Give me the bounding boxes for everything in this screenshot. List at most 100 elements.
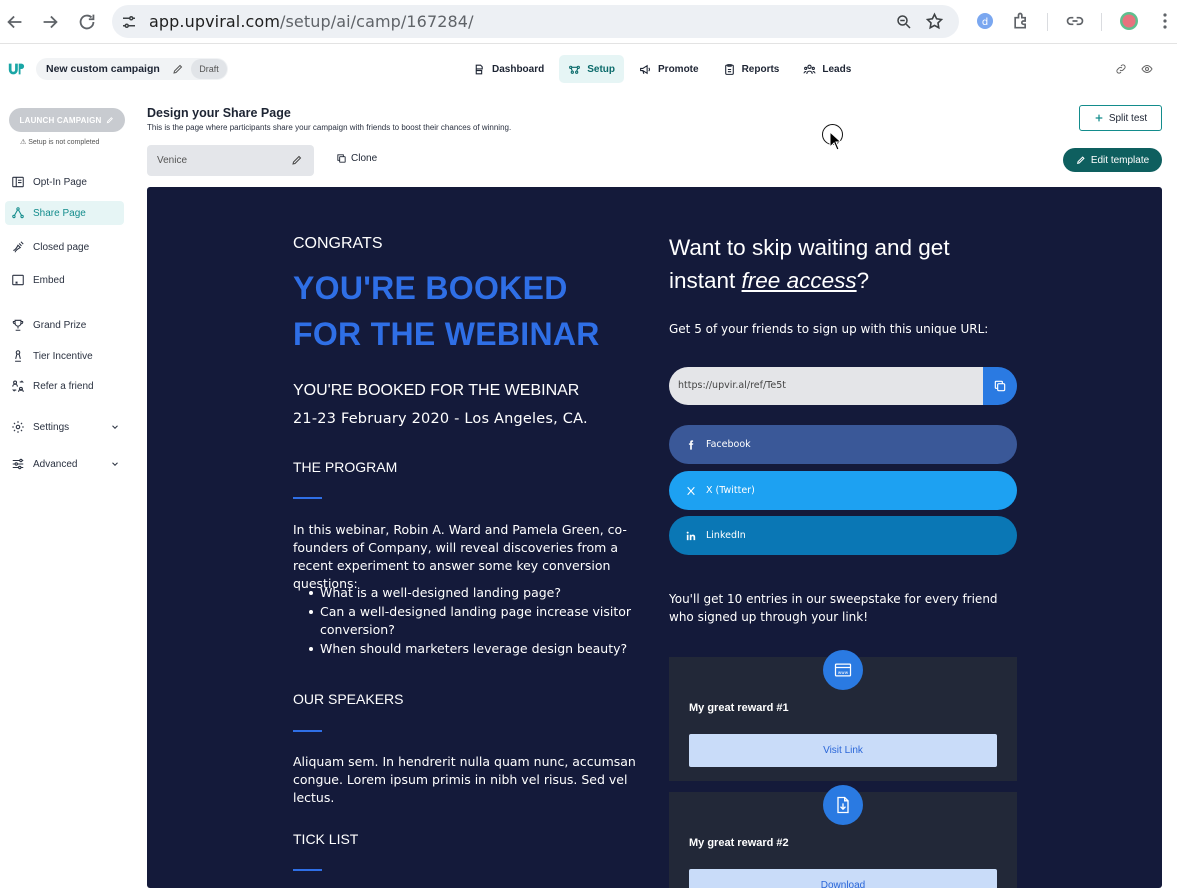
nav-label: Leads: [822, 63, 852, 75]
campaign-name-pill[interactable]: New custom campaign Draft: [36, 58, 228, 80]
split-test-button[interactable]: Split test: [1079, 105, 1162, 131]
settings-icon: [12, 421, 24, 433]
variant-tab-venice[interactable]: Venice: [147, 145, 314, 176]
launch-campaign-button[interactable]: LAUNCH CAMPAIGN: [9, 108, 125, 132]
sidebar-item-tier-incentive[interactable]: Tier Incentive: [5, 344, 124, 368]
nav-label: Reports: [741, 63, 780, 75]
clipboard-icon: [724, 63, 734, 75]
page-title: Design your Share Page: [147, 106, 291, 120]
megaphone-icon: [640, 64, 651, 74]
users-icon: [803, 64, 816, 74]
program-text: In this webinar, Robin A. Ward and Pamel…: [293, 522, 627, 591]
url-text: app.upviral.com/setup/ai/camp/167284/: [149, 12, 474, 31]
entries-text: You'll get 10 entries in our sweepstake …: [669, 592, 998, 624]
sidebar-item-label: Closed page: [33, 241, 90, 253]
chevron-down-icon: [112, 462, 118, 466]
browser-menu-icon[interactable]: [1155, 11, 1175, 31]
nav-label: Promote: [658, 63, 699, 75]
referral-url-input[interactable]: https://upvir.al/ref/Te5t: [669, 367, 985, 405]
zoom-icon[interactable]: [895, 13, 913, 31]
sidebar-item-closed-page[interactable]: Closed page: [5, 235, 124, 259]
section-divider: [293, 869, 322, 871]
section-divider: [293, 497, 322, 499]
app-header: New custom campaign Draft Dashboard Setu…: [0, 45, 1177, 93]
x-twitter-icon: [687, 486, 695, 495]
extension-blue-icon[interactable]: d: [975, 11, 995, 31]
sidebar-item-grand-prize[interactable]: Grand Prize: [5, 313, 124, 337]
mouse-cursor-icon: [829, 131, 843, 151]
sidebar-item-label: Advanced: [33, 458, 78, 470]
reward-card: My great reward #2 Download: [669, 785, 1017, 888]
edit-pencil-icon[interactable]: [291, 154, 303, 166]
chevron-down-icon: [112, 425, 118, 429]
nav-promote[interactable]: Promote: [630, 55, 708, 83]
profile-avatar-icon[interactable]: [1119, 11, 1139, 31]
download-button[interactable]: Download: [689, 869, 997, 888]
preview-headline: YOU'RE BOOKED FOR THE WEBINAR: [293, 270, 600, 352]
preview-subheading: YOU'RE BOOKED FOR THE WEBINAR: [293, 382, 580, 399]
closed-icon: [13, 241, 24, 253]
browser-toolbar: app.upviral.com/setup/ai/camp/167284/ d: [0, 0, 1177, 44]
sidebar-item-opt-in-page[interactable]: Opt-In Page: [5, 170, 124, 194]
page-subtitle: This is the page where participants shar…: [147, 123, 512, 132]
sidebar-item-share-page[interactable]: Share Page: [5, 201, 124, 225]
referral-instructions: Get 5 of your friends to sign up with th…: [669, 322, 989, 336]
reward-card: www My great reward #1 Visit Link: [669, 650, 1017, 781]
link-icon[interactable]: [1065, 11, 1085, 31]
speakers-text: Aliquam sem. In hendrerit nulla quam nun…: [293, 754, 636, 805]
ticklist-title: TICK LIST: [293, 831, 359, 847]
nav-leads[interactable]: Leads: [794, 55, 860, 83]
upviral-logo-icon[interactable]: [7, 60, 25, 78]
program-bullet-list: What is a well-designed landing page? Ca…: [293, 584, 638, 658]
link-icon[interactable]: [1115, 63, 1127, 75]
facebook-share-button[interactable]: Facebook: [669, 425, 1017, 464]
trophy-icon: [12, 319, 24, 331]
sidebar-item-label: Opt-In Page: [33, 176, 87, 188]
sidebar-item-refer-a-friend[interactable]: Refer a friend: [5, 374, 124, 398]
event-date: 21-23 February 2020 - Los Angeles, CA.: [293, 411, 588, 427]
list-item: What is a well-designed landing page?: [293, 584, 638, 603]
svg-text:d: d: [982, 17, 988, 28]
sidebar-item-embed[interactable]: Embed: [5, 268, 124, 292]
linkedin-icon: [686, 531, 696, 540]
sidebar-item-settings[interactable]: Settings: [5, 415, 124, 439]
back-arrow-icon[interactable]: [4, 11, 26, 33]
nav-reports[interactable]: Reports: [714, 55, 789, 83]
dashboard-icon: [475, 64, 483, 74]
extensions-puzzle-icon[interactable]: [1011, 11, 1031, 31]
skip-heading: Want to skip waiting and get instant fre…: [669, 235, 950, 293]
visit-link-button[interactable]: Visit Link: [689, 734, 997, 767]
advanced-icon: [12, 458, 24, 470]
sidebar-item-label: Share Page: [33, 207, 86, 219]
sidebar-item-advanced[interactable]: Advanced: [5, 452, 124, 476]
variant-name: Venice: [157, 155, 188, 166]
reload-icon[interactable]: [76, 11, 98, 33]
nav-label: Setup: [587, 63, 616, 75]
forward-arrow-icon[interactable]: [39, 11, 61, 33]
edit-pencil-icon: [1076, 156, 1085, 165]
edit-pencil-icon[interactable]: [172, 63, 184, 75]
nav-label: Dashboard: [492, 63, 545, 75]
facebook-icon: [688, 439, 694, 450]
setup-icon: [569, 65, 581, 74]
nav-setup[interactable]: Setup: [559, 55, 625, 83]
nav-dashboard[interactable]: Dashboard: [464, 55, 553, 83]
setup-warning: ⚠ Setup is not completed: [20, 139, 100, 146]
address-bar[interactable]: app.upviral.com/setup/ai/camp/167284/: [112, 5, 959, 38]
list-item: When should marketers leverage design be…: [293, 640, 638, 659]
site-settings-icon[interactable]: [120, 13, 138, 31]
launch-label: LAUNCH CAMPAIGN: [19, 115, 102, 125]
preview-eye-icon[interactable]: [1141, 63, 1153, 75]
edit-template-button[interactable]: Edit template: [1063, 148, 1162, 172]
sidebar-item-label: Tier Incentive: [33, 350, 93, 362]
clone-button[interactable]: Clone: [336, 153, 377, 164]
twitter-share-button[interactable]: X (Twitter): [669, 471, 1017, 510]
copy-icon: [994, 380, 1006, 392]
program-title: THE PROGRAM: [293, 459, 398, 475]
bookmark-star-icon[interactable]: [925, 12, 944, 31]
copy-link-button[interactable]: [983, 367, 1017, 405]
share-icon: [12, 207, 24, 219]
referral-link-field: https://upvir.al/ref/Te5t: [669, 367, 1017, 405]
share-page-preview[interactable]: CONGRATS YOU'RE BOOKED FOR THE WEBINAR Y…: [147, 187, 1162, 888]
linkedin-share-button[interactable]: LinkedIn: [669, 516, 1017, 555]
